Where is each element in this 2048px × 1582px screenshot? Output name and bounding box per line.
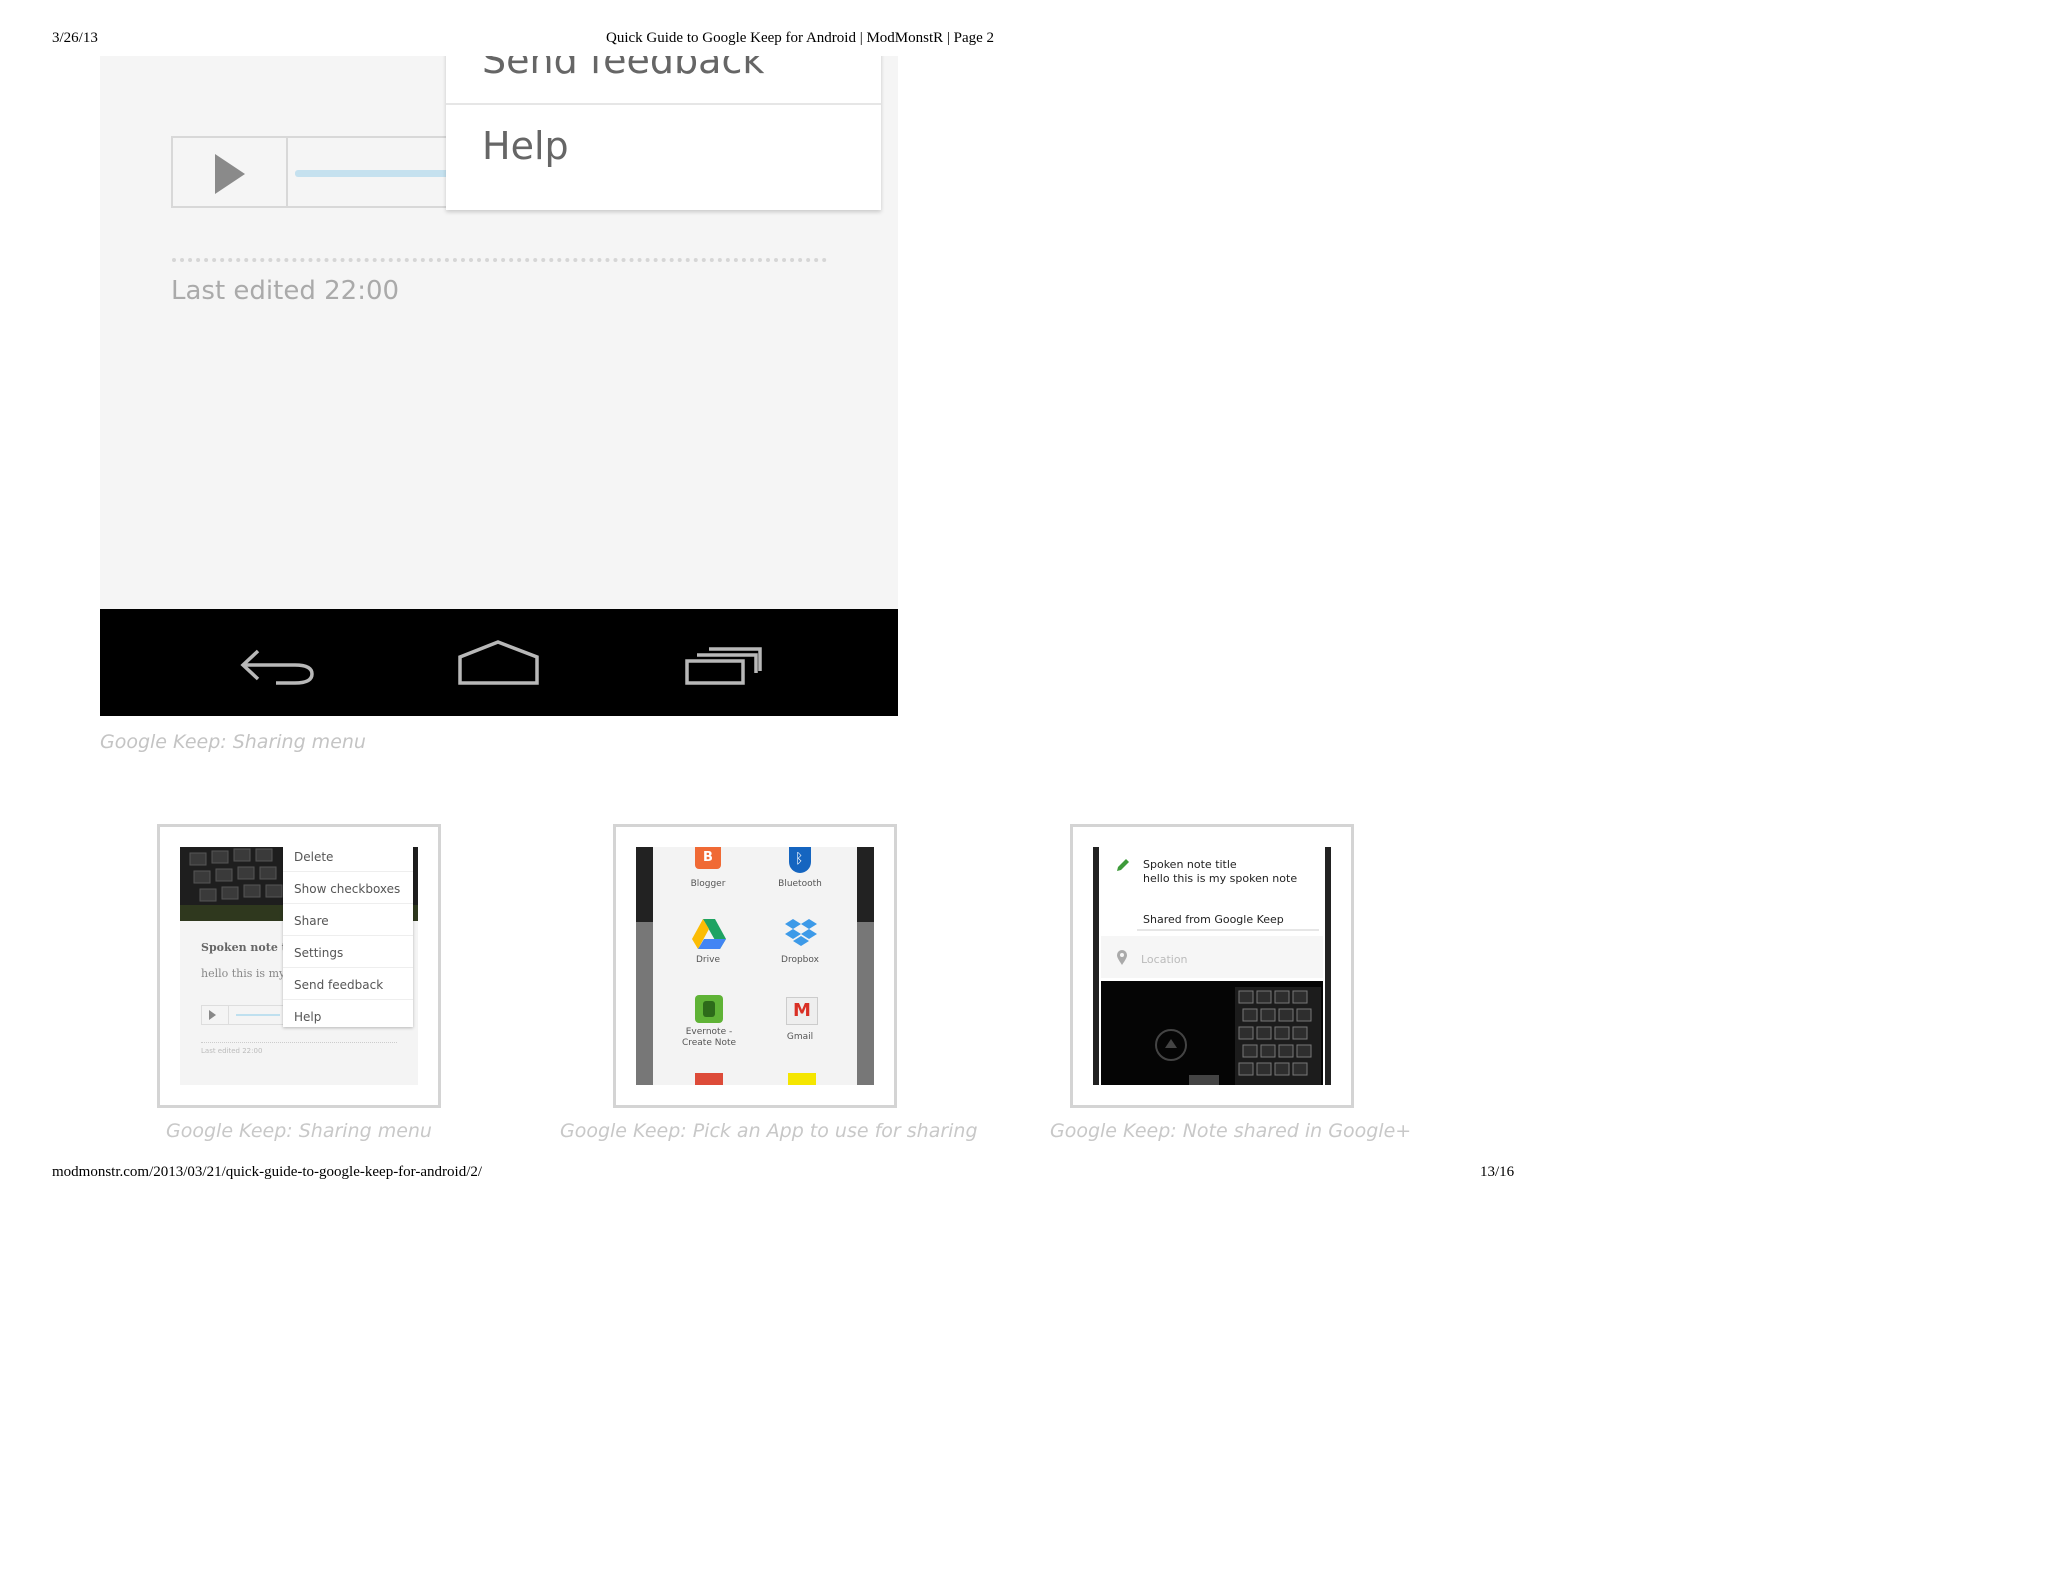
- gmail-icon[interactable]: M: [786, 997, 818, 1025]
- pencil-icon: [1117, 859, 1129, 871]
- play-icon: [209, 1010, 216, 1020]
- thumbnail-google-plus[interactable]: Spoken note title hello this is my spoke…: [1070, 824, 1354, 1108]
- nav-icons: [240, 640, 762, 685]
- text-underline: [1137, 929, 1319, 931]
- note-title: Spoken note ti: [201, 941, 291, 954]
- dotted-divider: [172, 258, 827, 262]
- note-body: hello this is my: [201, 967, 286, 980]
- keyboard-photo: [1235, 987, 1321, 1085]
- menu-item-send-feedback[interactable]: Send feedback: [482, 56, 764, 84]
- back-icon[interactable]: [240, 649, 314, 685]
- mini-progress: [236, 1014, 280, 1016]
- menu-separator: [283, 903, 413, 904]
- app-icon-yellow[interactable]: [788, 1073, 816, 1085]
- blogger-icon[interactable]: B: [695, 847, 721, 869]
- last-edited-label: Last edited 22:00: [201, 1047, 263, 1055]
- app-label-blogger: Blogger: [690, 879, 726, 889]
- play-button[interactable]: [173, 138, 288, 206]
- image-loading-icon: [1155, 1029, 1187, 1061]
- blogger-glyph: B: [703, 850, 713, 865]
- android-nav-bar: [100, 609, 898, 716]
- last-edited-label: Last edited 22:00: [171, 276, 400, 306]
- bluetooth-icon[interactable]: ᛒ: [789, 847, 811, 873]
- google-plus-icon[interactable]: [695, 1073, 723, 1085]
- menu-separator: [283, 871, 413, 872]
- app-label-bluetooth: Bluetooth: [778, 879, 822, 889]
- drive-icon[interactable]: [692, 919, 726, 949]
- shared-note-body: hello this is my spoken note: [1143, 872, 1298, 885]
- location-pin-icon: [1117, 950, 1127, 965]
- thumbnail-caption: Google Keep: Pick an App to use for shar…: [560, 1120, 978, 1142]
- screen-edge-right: [1325, 847, 1331, 1085]
- main-caption: Google Keep: Sharing menu: [100, 731, 366, 753]
- menu-item-help[interactable]: Help: [294, 1005, 321, 1029]
- menu-item-share[interactable]: Share: [294, 909, 329, 933]
- menu-item-settings[interactable]: Settings: [294, 941, 343, 965]
- app-label-evernote: Evernote - Create Note: [681, 1027, 737, 1048]
- print-date: 3/26/13: [52, 30, 98, 46]
- dropbox-icon[interactable]: [784, 917, 818, 949]
- thumbnail-sharing-menu[interactable]: Spoken note ti hello this is my Last edi…: [157, 824, 441, 1108]
- overflow-menu: Delete Show checkboxes Share Settings Se…: [283, 847, 413, 1027]
- menu-separator: [283, 935, 413, 936]
- dotted-divider: [201, 1042, 397, 1043]
- app-label-drive: Drive: [696, 955, 720, 965]
- location-field[interactable]: Location: [1141, 953, 1188, 966]
- overflow-menu: Send feedback Help: [446, 56, 881, 210]
- thumbnail-caption: Google Keep: Sharing menu: [166, 1120, 432, 1142]
- home-icon[interactable]: [458, 640, 539, 685]
- play-icon: [215, 154, 245, 194]
- main-screenshot: Last edited 22:00 Send feedback Help: [100, 56, 898, 716]
- mini-player: [201, 1005, 285, 1025]
- thumbnail-pick-app[interactable]: B Blogger ᛒ Bluetooth Drive Dropbox Ever…: [613, 824, 897, 1108]
- screen-edge-left-lower: [636, 922, 653, 1085]
- attached-image-area: [1101, 981, 1323, 1085]
- menu-item-show-checkboxes[interactable]: Show checkboxes: [294, 877, 400, 901]
- location-row[interactable]: [1101, 936, 1323, 978]
- screen-edge-left: [1093, 847, 1099, 1085]
- app-label-dropbox: Dropbox: [781, 955, 819, 965]
- shared-note-title: Spoken note title: [1143, 858, 1237, 871]
- menu-separator: [283, 999, 413, 1000]
- evernote-icon[interactable]: [695, 995, 723, 1023]
- gmail-glyph: M: [793, 1000, 811, 1021]
- player-divider: [228, 1006, 229, 1024]
- image-glyph: [1165, 1039, 1177, 1048]
- menu-separator: [446, 103, 881, 105]
- menu-separator: [283, 967, 413, 968]
- print-page-number: 13/16: [1480, 1164, 1515, 1180]
- screen-edge-right-lower: [857, 922, 874, 1085]
- menu-item-send-feedback[interactable]: Send feedback: [294, 973, 383, 997]
- menu-item-help[interactable]: Help: [482, 124, 569, 168]
- bluetooth-glyph: ᛒ: [795, 851, 804, 867]
- remove-image-button[interactable]: [1189, 1075, 1219, 1085]
- print-url: modmonstr.com/2013/03/21/quick-guide-to-…: [52, 1164, 483, 1180]
- app-label-gmail: Gmail: [786, 1032, 814, 1042]
- shared-from-text: Shared from Google Keep: [1143, 913, 1284, 926]
- print-title: Quick Guide to Google Keep for Android |…: [606, 30, 995, 46]
- evernote-glyph: [703, 1001, 715, 1017]
- thumbnail-caption: Google Keep: Note shared in Google+: [1050, 1120, 1412, 1142]
- menu-item-delete[interactable]: Delete: [294, 847, 333, 869]
- recents-icon[interactable]: [685, 647, 762, 685]
